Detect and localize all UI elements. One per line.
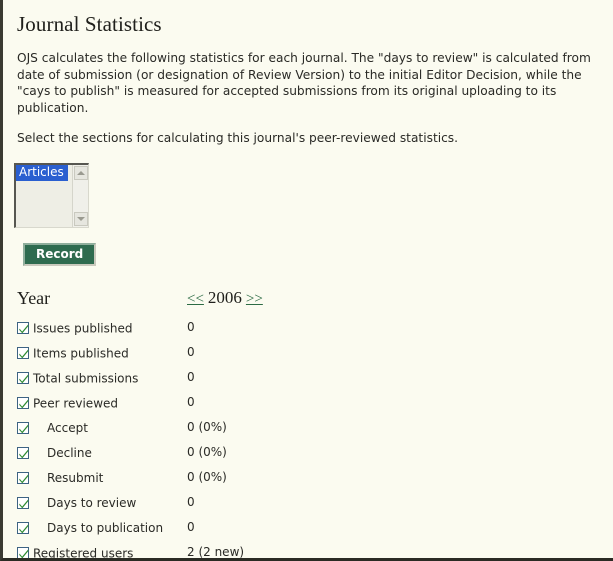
journal-statistics-page: Journal Statistics OJS calculates the fo… bbox=[0, 0, 613, 561]
table-row: Resubmit 0 (0%) bbox=[17, 465, 599, 490]
checkbox-days-to-review[interactable] bbox=[17, 497, 29, 509]
check-icon bbox=[19, 399, 29, 409]
stat-value: 0 bbox=[187, 345, 195, 359]
stat-value: 2 (2 new) bbox=[187, 545, 245, 559]
checkbox-peer-reviewed[interactable] bbox=[17, 397, 29, 409]
stat-label: Decline bbox=[47, 446, 92, 460]
stat-value: 0 (0%) bbox=[187, 445, 227, 459]
scroll-up-icon[interactable] bbox=[74, 165, 88, 180]
statistics-table-head: Year << 2006 >> bbox=[17, 288, 599, 315]
stat-label-cell: Days to publication bbox=[17, 515, 187, 540]
stat-label: Days to review bbox=[47, 496, 137, 510]
stat-label-cell: Resubmit bbox=[17, 465, 187, 490]
check-icon bbox=[19, 474, 29, 484]
stat-label-cell: Days to review bbox=[17, 490, 187, 515]
checkbox-items-published[interactable] bbox=[17, 347, 29, 359]
table-row: Registered users 2 (2 new) bbox=[17, 540, 599, 560]
stat-value: 0 bbox=[187, 395, 195, 409]
check-icon bbox=[19, 499, 29, 509]
stat-label-cell: Peer reviewed bbox=[17, 390, 187, 415]
sections-select-wrapper: Articles bbox=[14, 162, 599, 228]
listbox-scrollbar[interactable] bbox=[72, 164, 88, 227]
table-header-row: Year << 2006 >> bbox=[17, 288, 599, 315]
check-icon bbox=[19, 324, 29, 334]
stat-label: Registered users bbox=[33, 546, 134, 560]
table-row: Total submissions 0 bbox=[17, 365, 599, 390]
previous-year-link[interactable]: << bbox=[187, 291, 204, 307]
table-row: Issues published 0 bbox=[17, 315, 599, 340]
stat-label-cell: Accept bbox=[17, 415, 187, 440]
check-icon bbox=[19, 349, 29, 359]
sections-listbox[interactable]: Articles bbox=[14, 162, 89, 228]
stat-label-cell: Items published bbox=[17, 340, 187, 365]
checkbox-total-submissions[interactable] bbox=[17, 372, 29, 384]
stat-label-cell: Issues published bbox=[17, 315, 187, 340]
checkbox-registered-users[interactable] bbox=[17, 547, 29, 558]
table-row: Days to publication 0 bbox=[17, 515, 599, 540]
current-year-value: 2006 bbox=[207, 288, 242, 307]
stat-label-cell: Registered users bbox=[17, 540, 187, 560]
table-row: Items published 0 bbox=[17, 340, 599, 365]
stat-label: Issues published bbox=[33, 321, 133, 335]
stat-value: 0 bbox=[187, 320, 195, 334]
statistics-table-body: Issues published 0 Items published 0 Total s… bbox=[17, 315, 599, 560]
stat-label-cell: Total submissions bbox=[17, 365, 187, 390]
checkbox-resubmit[interactable] bbox=[17, 472, 29, 484]
intro-paragraph: OJS calculates the following statistics … bbox=[17, 51, 591, 115]
checkbox-issues-published[interactable] bbox=[17, 322, 29, 334]
check-icon bbox=[19, 524, 29, 534]
page-title: Journal Statistics bbox=[17, 12, 162, 36]
page-content: Journal Statistics OJS calculates the fo… bbox=[3, 0, 613, 560]
stat-label: Resubmit bbox=[47, 471, 104, 485]
statistics-table: Year << 2006 >> Issues published 0 Items pub… bbox=[17, 288, 599, 560]
scroll-down-icon[interactable] bbox=[74, 211, 88, 226]
check-icon bbox=[19, 424, 29, 434]
stat-value: 0 (0%) bbox=[187, 420, 227, 434]
next-year-link[interactable]: >> bbox=[246, 291, 263, 307]
check-icon bbox=[19, 449, 29, 459]
stat-value: 0 (0%) bbox=[187, 470, 227, 484]
stat-label-cell: Decline bbox=[17, 440, 187, 465]
stat-label: Days to publication bbox=[47, 521, 164, 535]
stat-label: Total submissions bbox=[33, 371, 139, 385]
checkbox-accept[interactable] bbox=[17, 422, 29, 434]
stat-label: Items published bbox=[33, 346, 129, 360]
record-button[interactable]: Record bbox=[23, 242, 97, 266]
stat-value: 0 bbox=[187, 495, 195, 509]
stat-label: Accept bbox=[47, 421, 88, 435]
table-row: Accept 0 (0%) bbox=[17, 415, 599, 440]
year-column-header: Year bbox=[17, 287, 51, 308]
stat-value: 0 bbox=[187, 520, 195, 534]
table-row: Peer reviewed 0 bbox=[17, 390, 599, 415]
stat-label: Peer reviewed bbox=[33, 396, 119, 410]
checkbox-days-to-publication[interactable] bbox=[17, 522, 29, 534]
check-icon bbox=[19, 549, 29, 558]
instruction-paragraph: Select the sections for calculating this… bbox=[17, 131, 459, 145]
table-row: Days to review 0 bbox=[17, 490, 599, 515]
listbox-option-articles[interactable]: Articles bbox=[16, 164, 68, 181]
stat-value: 0 bbox=[187, 370, 195, 384]
checkbox-decline[interactable] bbox=[17, 447, 29, 459]
check-icon bbox=[19, 374, 29, 384]
table-row: Decline 0 (0%) bbox=[17, 440, 599, 465]
year-navigation: << 2006 >> bbox=[187, 288, 599, 315]
